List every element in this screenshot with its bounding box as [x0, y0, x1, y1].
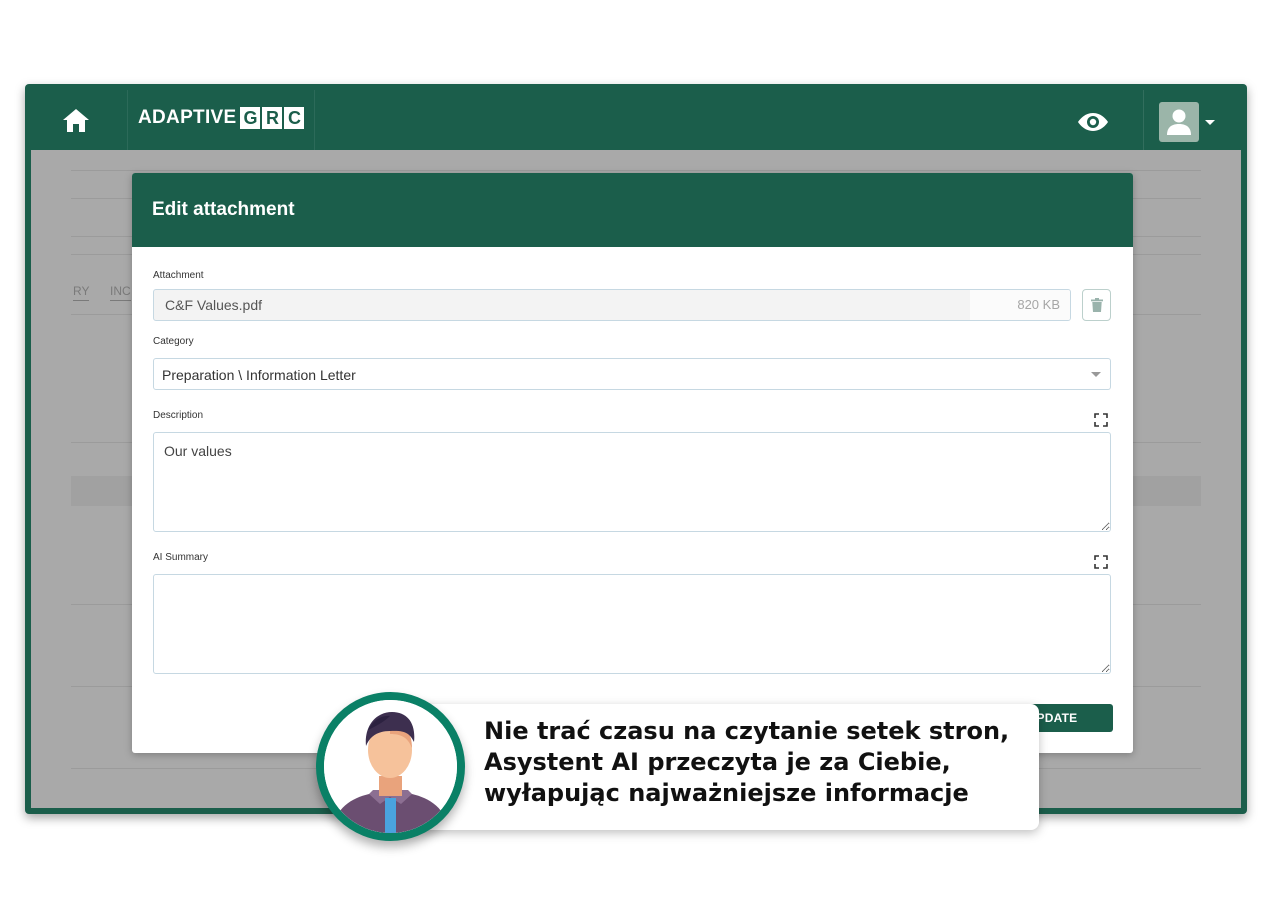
assistant-avatar [316, 692, 465, 841]
description-label: Description [153, 410, 204, 421]
callout-line: wyłapując najważniejsze informacje [484, 779, 969, 807]
expand-icon[interactable] [1094, 413, 1108, 427]
category-select[interactable]: Preparation \ Information Letter [153, 358, 1111, 390]
file-size-area: 820 KB [970, 290, 1070, 320]
category-label: Category [153, 336, 194, 347]
delete-attachment-button[interactable] [1082, 289, 1111, 321]
avatar [1159, 102, 1199, 142]
callout-line: Nie trać czasu na czytanie setek stron, [484, 717, 1010, 745]
tab-background[interactable]: INC [110, 284, 131, 301]
user-icon [1167, 109, 1191, 135]
eye-icon [1078, 113, 1108, 131]
description-textarea[interactable] [153, 432, 1111, 532]
logo-text: ADAPTIVE [138, 107, 237, 128]
top-navigation-bar: ADAPTIVE G R C [25, 84, 1247, 150]
callout-message: Nie trać czasu na czytanie setek stron, … [484, 716, 1024, 809]
file-size: 820 KB [1017, 297, 1060, 312]
expand-icon[interactable] [1094, 555, 1108, 569]
tab-background[interactable]: RY [73, 284, 90, 301]
person-illustration [324, 700, 457, 833]
home-button[interactable] [25, 90, 128, 150]
logo-letter: R [262, 107, 283, 129]
edit-attachment-dialog: Edit attachment Attachment C&F Values.pd… [132, 173, 1133, 753]
adaptive-grc-logo[interactable]: ADAPTIVE G R C [138, 106, 305, 130]
ai-summary-textarea[interactable] [153, 574, 1111, 674]
chevron-down-icon [1091, 372, 1101, 377]
view-toggle-button[interactable] [1073, 104, 1113, 140]
dialog-title: Edit attachment [152, 199, 295, 220]
divider [1143, 90, 1144, 150]
logo-letter: G [240, 107, 261, 129]
promo-callout: Nie trać czasu na czytanie setek stron, … [392, 704, 1039, 830]
logo-letter: C [284, 107, 305, 129]
user-menu-button[interactable] [1159, 102, 1215, 142]
home-icon [63, 109, 89, 132]
chevron-down-icon [1205, 119, 1215, 125]
file-name: C&F Values.pdf [165, 297, 263, 313]
ai-summary-label: AI Summary [153, 552, 209, 563]
attachment-label: Attachment [153, 270, 204, 281]
logo-letter-boxes: G R C [238, 107, 305, 129]
divider [314, 90, 315, 150]
dialog-header: Edit attachment [132, 173, 1133, 247]
attachment-field[interactable]: C&F Values.pdf 820 KB [153, 289, 1071, 321]
divider [71, 170, 1201, 171]
trash-icon [1090, 298, 1103, 312]
callout-line: Asystent AI przeczyta je za Ciebie, [484, 748, 951, 776]
category-value: Preparation \ Information Letter [162, 367, 356, 383]
